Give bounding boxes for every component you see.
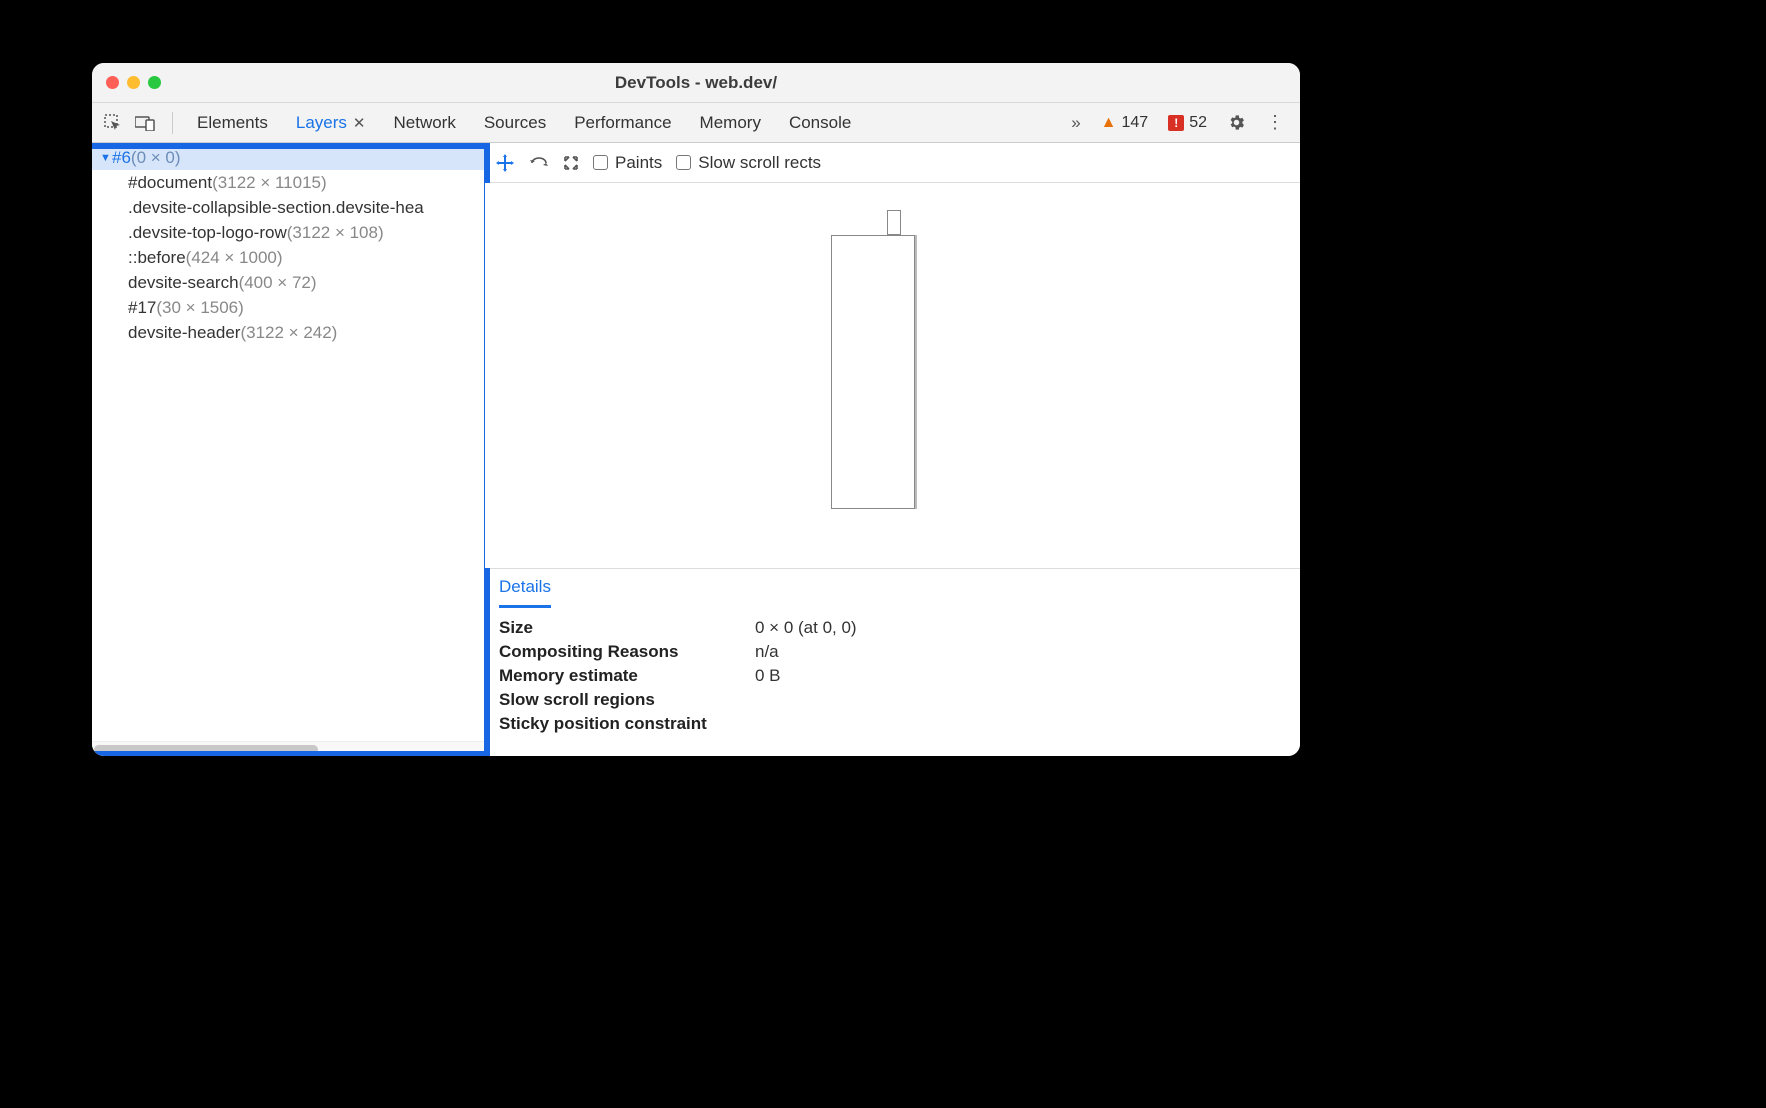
more-tabs-icon[interactable]: » (1065, 113, 1086, 133)
tree-root-dims: (0 × 0) (131, 148, 181, 168)
tab-network[interactable]: Network (379, 103, 469, 143)
scrollbar-thumb[interactable] (94, 745, 318, 754)
warnings-badge[interactable]: ▲ 147 (1095, 114, 1155, 132)
horizontal-scrollbar[interactable] (92, 741, 484, 756)
tab-sources[interactable]: Sources (470, 103, 560, 143)
disclosure-triangle-icon[interactable]: ▼ (100, 152, 112, 164)
devtools-window: DevTools - web.dev/ Elements Layers ✕ Ne… (92, 63, 1300, 756)
tree-root-name: #6 (112, 148, 131, 168)
tree-item[interactable]: .devsite-top-logo-row(3122 × 108) (92, 220, 484, 245)
detail-label: Slow scroll regions (499, 690, 755, 710)
tree-item[interactable]: devsite-header(3122 × 242) (92, 320, 484, 345)
reset-view-icon[interactable] (563, 155, 579, 171)
tree-item[interactable]: #17(30 × 1506) (92, 295, 484, 320)
settings-icon[interactable] (1221, 113, 1252, 132)
tab-console[interactable]: Console (775, 103, 865, 143)
tree-item[interactable]: ::before(424 × 1000) (92, 245, 484, 270)
tab-performance[interactable]: Performance (560, 103, 685, 143)
devtools-toolbar: Elements Layers ✕ Network Sources Perfor… (92, 103, 1300, 143)
warning-icon: ▲ (1101, 114, 1117, 132)
detail-value: 0 B (755, 666, 781, 686)
detail-value: 0 × 0 (at 0, 0) (755, 618, 857, 638)
tree-item[interactable]: devsite-search(400 × 72) (92, 270, 484, 295)
paints-checkbox[interactable]: Paints (593, 153, 662, 173)
tab-details[interactable]: Details (499, 577, 551, 608)
panel-tabs: Elements Layers ✕ Network Sources Perfor… (183, 103, 865, 143)
more-options-icon[interactable]: ⋮ (1260, 112, 1290, 133)
rotate-icon[interactable] (529, 155, 549, 171)
layers-toolbar: Paints Slow scroll rects (485, 143, 1300, 183)
checkbox-icon (676, 155, 691, 170)
close-icon[interactable]: ✕ (353, 114, 366, 132)
tab-memory[interactable]: Memory (686, 103, 775, 143)
warning-count: 147 (1122, 114, 1149, 132)
detail-value: n/a (755, 642, 779, 662)
titlebar: DevTools - web.dev/ (92, 63, 1300, 103)
tree-item[interactable]: #document(3122 × 11015) (92, 170, 484, 195)
layers-tree-sidebar: ▼ #6(0 × 0) #document(3122 × 11015) .dev… (92, 143, 485, 756)
error-icon: ! (1168, 115, 1184, 131)
detail-label: Size (499, 618, 755, 638)
tab-elements[interactable]: Elements (183, 103, 282, 143)
layer-details-panel: Details Size0 × 0 (at 0, 0) Compositing … (485, 568, 1300, 756)
detail-label: Compositing Reasons (499, 642, 755, 662)
inspect-icon[interactable] (102, 114, 124, 132)
checkbox-icon (593, 155, 608, 170)
detail-label: Sticky position constraint (499, 714, 755, 734)
device-toggle-icon[interactable] (134, 115, 156, 131)
errors-badge[interactable]: ! 52 (1162, 114, 1213, 132)
tab-layers-label: Layers (296, 113, 347, 133)
tab-layers[interactable]: Layers ✕ (282, 103, 380, 143)
tree-root-row[interactable]: ▼ #6(0 × 0) (92, 145, 484, 170)
layer-rect (831, 235, 915, 509)
layers-3d-view[interactable] (485, 183, 1300, 568)
slow-scroll-checkbox[interactable]: Slow scroll rects (676, 153, 821, 173)
layers-tree[interactable]: ▼ #6(0 × 0) #document(3122 × 11015) .dev… (92, 143, 484, 741)
layers-main: Paints Slow scroll rects Details Size0 ×… (485, 143, 1300, 756)
layer-rect (887, 210, 901, 235)
details-tabs: Details (485, 569, 1300, 608)
error-count: 52 (1189, 114, 1207, 132)
window-title: DevTools - web.dev/ (92, 73, 1300, 93)
separator (172, 112, 173, 134)
detail-label: Memory estimate (499, 666, 755, 686)
tree-item[interactable]: .devsite-collapsible-section.devsite-hea (92, 195, 484, 220)
pan-icon[interactable] (495, 153, 515, 173)
